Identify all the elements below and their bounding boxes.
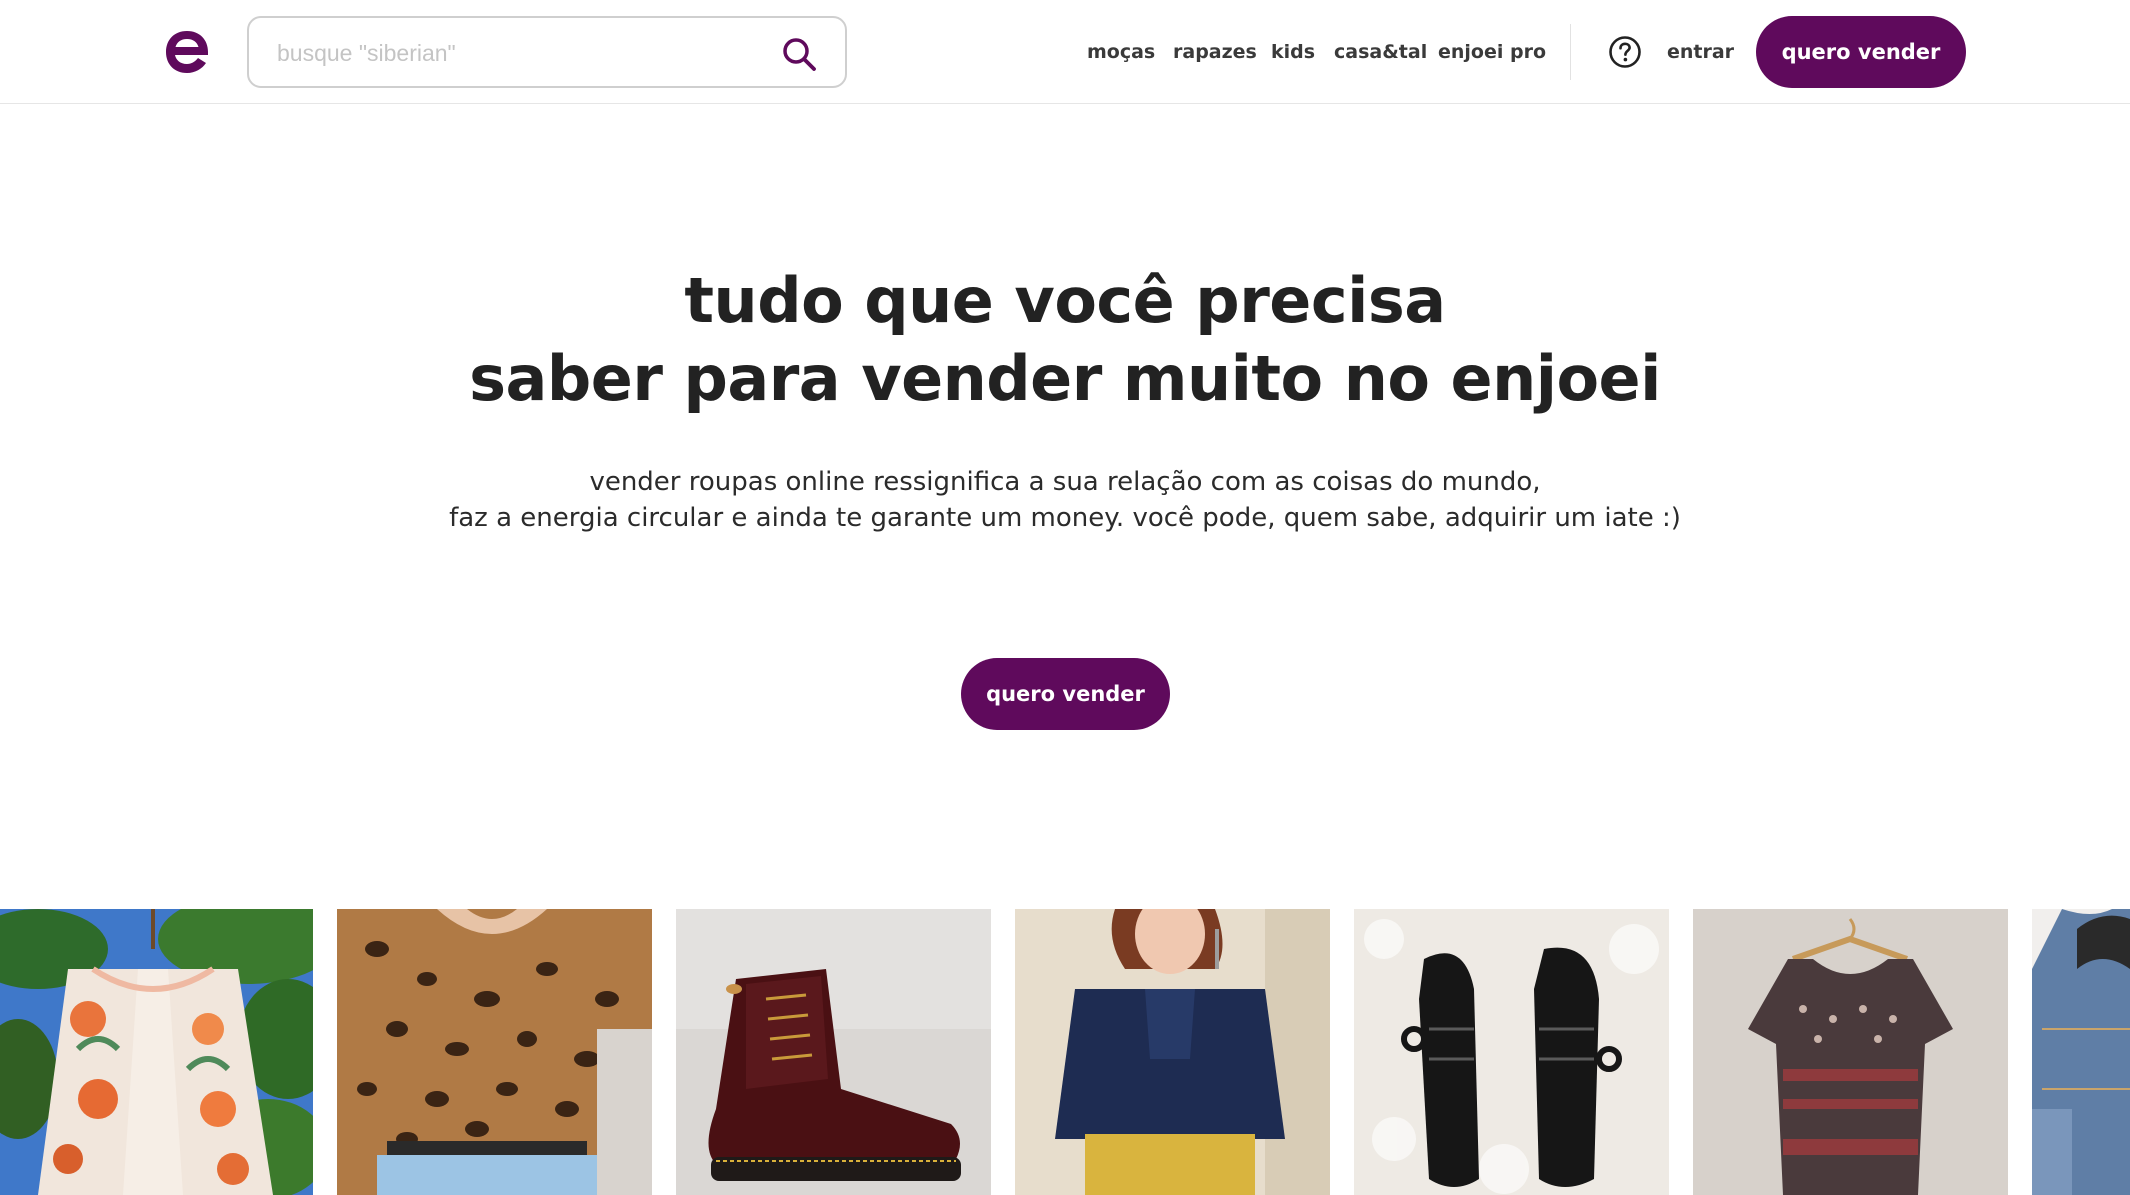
nav-link-mocas[interactable]: moças: [1087, 38, 1155, 66]
hero-title-line-1: tudo que você precisa: [684, 264, 1446, 337]
leopard-blouse-image: [337, 909, 652, 1195]
burgundy-boot-image: [676, 909, 991, 1195]
floral-kimono-image: [0, 909, 313, 1195]
sell-button-header[interactable]: quero vender: [1756, 16, 1966, 88]
product-card-denim-jacket[interactable]: [2032, 909, 2130, 1195]
product-card-floral-kimono[interactable]: [0, 909, 313, 1195]
denim-jacket-image: [2032, 909, 2130, 1195]
product-card-navy-blouse[interactable]: [1015, 909, 1330, 1195]
nav-link-enjoei-pro[interactable]: enjoei pro: [1438, 38, 1546, 66]
top-header: moças rapazes kids casa&tal enjoei pro e…: [0, 0, 2130, 104]
product-card-leopard-blouse[interactable]: [337, 909, 652, 1195]
hero-subtitle-line-2: faz a energia circular e ainda te garant…: [449, 503, 1681, 533]
hero-title-line-2: saber para vender muito no enjoei: [469, 342, 1661, 415]
hero-subtitle: vender roupas online ressignifica a sua …: [0, 464, 2130, 536]
product-card-burgundy-boot[interactable]: [676, 909, 991, 1195]
product-card-printed-dress[interactable]: [1693, 909, 2008, 1195]
nav-link-rapazes[interactable]: rapazes: [1173, 38, 1257, 66]
black-sandals-image: [1354, 909, 1669, 1195]
nav-link-kids[interactable]: kids: [1271, 38, 1315, 66]
login-link[interactable]: entrar: [1667, 38, 1734, 66]
navy-blouse-image: [1015, 909, 1330, 1195]
sell-button-hero[interactable]: quero vender: [961, 658, 1170, 730]
printed-dress-image: [1693, 909, 2008, 1195]
nav-divider: [1570, 24, 1571, 80]
hero-subtitle-line-1: vender roupas online ressignifica a sua …: [589, 467, 1541, 497]
nav-link-casa-tal[interactable]: casa&tal: [1334, 38, 1427, 66]
product-photo-strip: [0, 909, 2130, 1195]
hero-title: tudo que você precisa saber para vender …: [0, 262, 2130, 418]
product-card-black-sandals[interactable]: [1354, 909, 1669, 1195]
question-circle-icon[interactable]: [1608, 35, 1642, 69]
